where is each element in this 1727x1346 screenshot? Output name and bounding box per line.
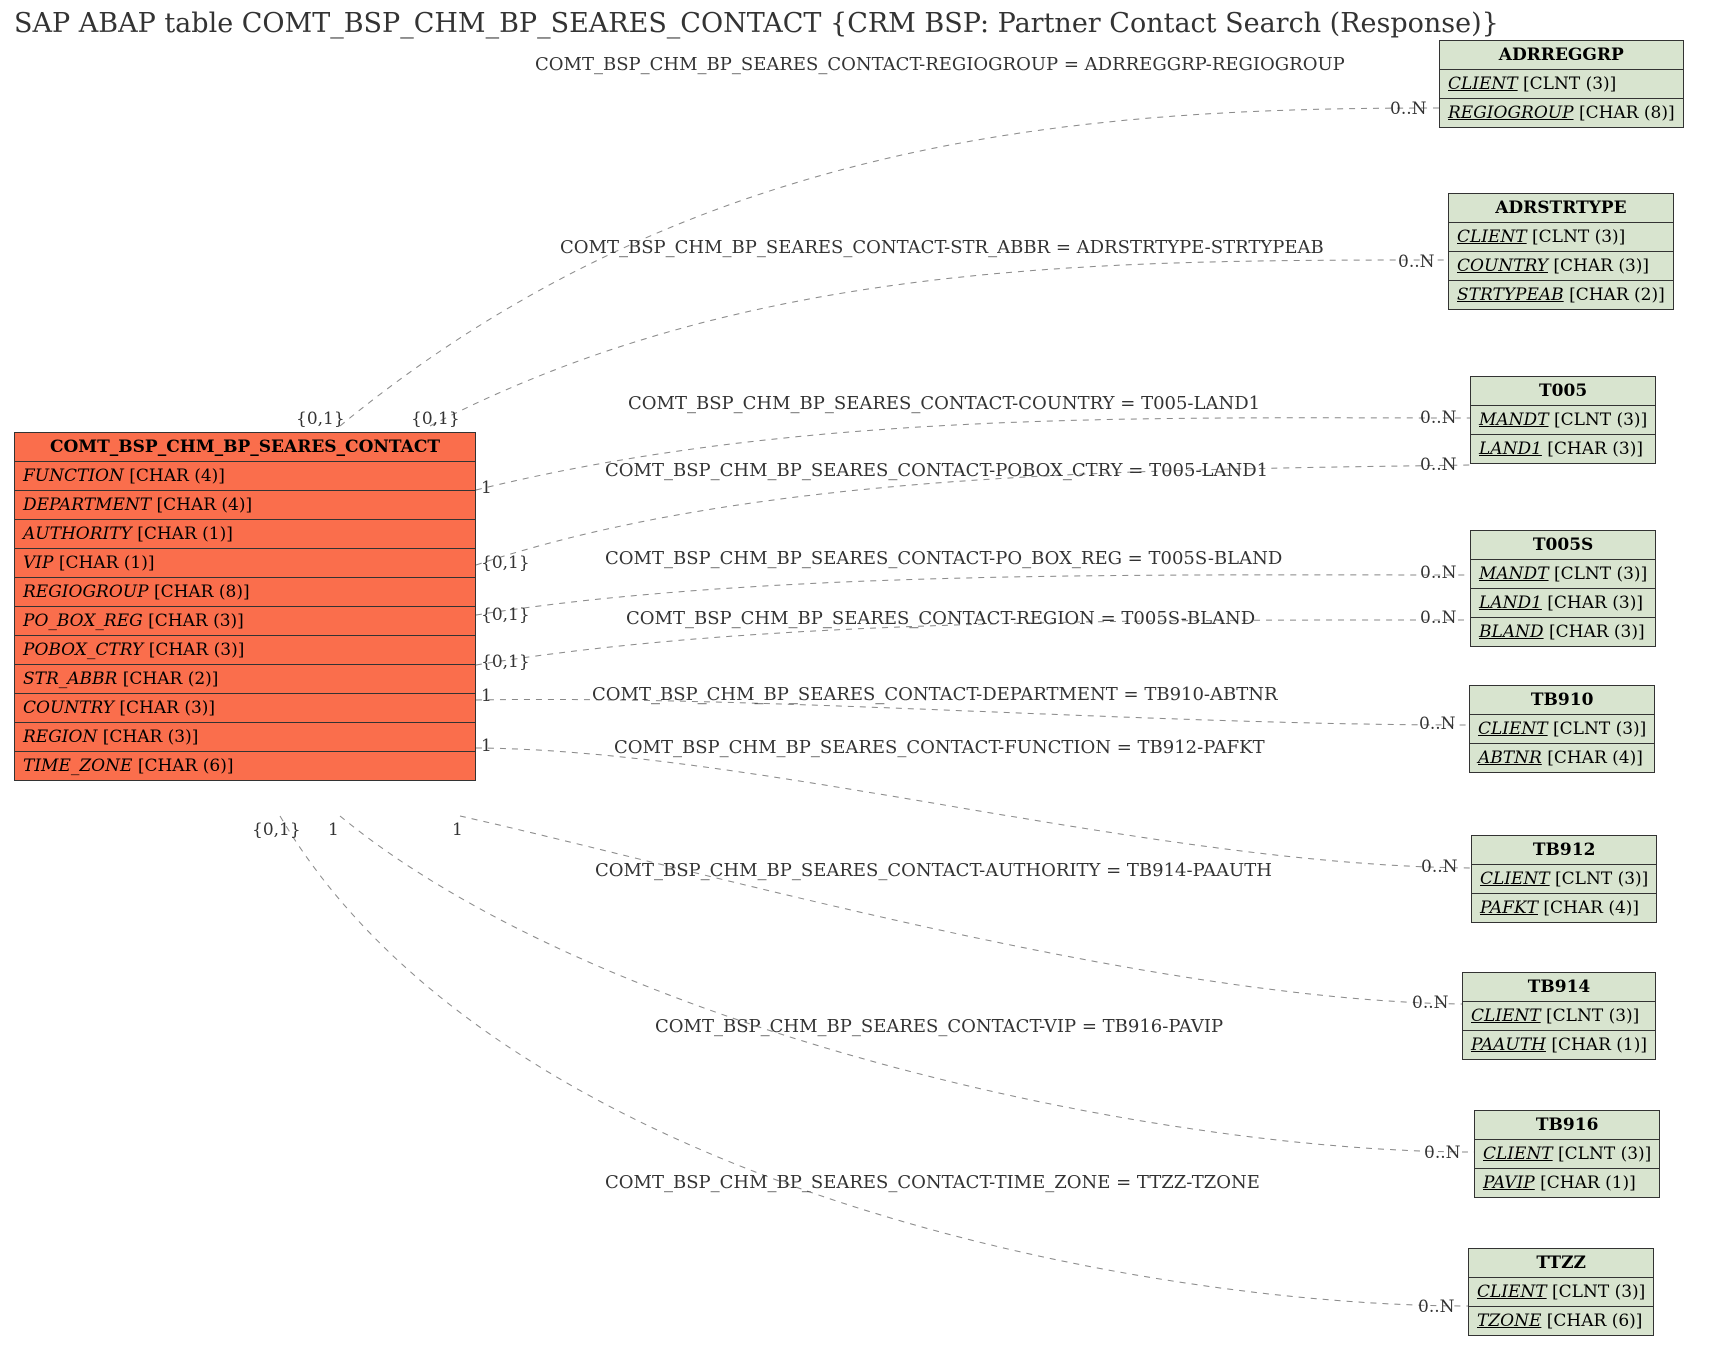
- cardinality-label: 0..N: [1419, 714, 1456, 734]
- ref-entity-header: TB910: [1470, 686, 1654, 715]
- ref-field: CLIENT [CLNT (3)]: [1440, 70, 1683, 99]
- relation-label: COMT_BSP_CHM_BP_SEARES_CONTACT-VIP = TB9…: [655, 1016, 1223, 1037]
- cardinality-label: 0..N: [1418, 1297, 1455, 1317]
- relation-label: COMT_BSP_CHM_BP_SEARES_CONTACT-TIME_ZONE…: [605, 1172, 1260, 1193]
- cardinality-label: 0..N: [1420, 455, 1457, 475]
- main-field: REGIOGROUP [CHAR (8)]: [15, 578, 475, 607]
- main-field: AUTHORITY [CHAR (1)]: [15, 520, 475, 549]
- cardinality-label: 0..N: [1421, 857, 1458, 877]
- ref-field: TZONE [CHAR (6)]: [1469, 1307, 1653, 1335]
- ref-entity-header: TB912: [1472, 836, 1656, 865]
- main-field: REGION [CHAR (3)]: [15, 723, 475, 752]
- main-field: COUNTRY [CHAR (3)]: [15, 694, 475, 723]
- ref-field: PAFKT [CHAR (4)]: [1472, 894, 1656, 922]
- ref-field: STRTYPEAB [CHAR (2)]: [1449, 281, 1673, 309]
- ref-field: REGIOGROUP [CHAR (8)]: [1440, 99, 1683, 127]
- cardinality-label: 0..N: [1420, 408, 1457, 428]
- main-field: TIME_ZONE [CHAR (6)]: [15, 752, 475, 780]
- ref-entity-header: TTZZ: [1469, 1249, 1653, 1278]
- cardinality-label: {0,1}: [411, 409, 460, 429]
- cardinality-label: {0,1}: [481, 652, 530, 672]
- cardinality-label: 0..N: [1424, 1143, 1461, 1163]
- ref-entity-tb910: TB910CLIENT [CLNT (3)]ABTNR [CHAR (4)]: [1469, 685, 1655, 773]
- page-title: SAP ABAP table COMT_BSP_CHM_BP_SEARES_CO…: [14, 8, 1499, 39]
- relation-label: COMT_BSP_CHM_BP_SEARES_CONTACT-STR_ABBR …: [560, 237, 1324, 258]
- ref-field: MANDT [CLNT (3)]: [1471, 406, 1655, 435]
- ref-entity-t005: T005MANDT [CLNT (3)]LAND1 [CHAR (3)]: [1470, 376, 1656, 464]
- ref-entity-adrstrtype: ADRSTRTYPECLIENT [CLNT (3)]COUNTRY [CHAR…: [1448, 193, 1674, 310]
- ref-field: MANDT [CLNT (3)]: [1471, 560, 1655, 589]
- cardinality-label: 1: [481, 736, 492, 756]
- ref-field: COUNTRY [CHAR (3)]: [1449, 252, 1673, 281]
- ref-entity-header: ADRSTRTYPE: [1449, 194, 1673, 223]
- main-field: POBOX_CTRY [CHAR (3)]: [15, 636, 475, 665]
- main-field: PO_BOX_REG [CHAR (3)]: [15, 607, 475, 636]
- cardinality-label: 0..N: [1420, 608, 1457, 628]
- cardinality-label: {0,1}: [481, 605, 530, 625]
- ref-field: LAND1 [CHAR (3)]: [1471, 589, 1655, 618]
- relation-label: COMT_BSP_CHM_BP_SEARES_CONTACT-FUNCTION …: [614, 737, 1265, 758]
- ref-entity-tb914: TB914CLIENT [CLNT (3)]PAAUTH [CHAR (1)]: [1462, 972, 1656, 1060]
- ref-field: CLIENT [CLNT (3)]: [1472, 865, 1656, 894]
- cardinality-label: 1: [328, 820, 339, 840]
- cardinality-label: {0,1}: [296, 409, 345, 429]
- cardinality-label: 0..N: [1420, 563, 1457, 583]
- cardinality-label: 0..N: [1390, 99, 1427, 119]
- cardinality-label: 0..N: [1412, 993, 1449, 1013]
- main-field: STR_ABBR [CHAR (2)]: [15, 665, 475, 694]
- ref-field: BLAND [CHAR (3)]: [1471, 618, 1655, 646]
- main-entity-header: COMT_BSP_CHM_BP_SEARES_CONTACT: [15, 433, 475, 462]
- relation-label: COMT_BSP_CHM_BP_SEARES_CONTACT-REGIOGROU…: [535, 54, 1345, 75]
- ref-field: CLIENT [CLNT (3)]: [1469, 1278, 1653, 1307]
- ref-entity-tb912: TB912CLIENT [CLNT (3)]PAFKT [CHAR (4)]: [1471, 835, 1657, 923]
- main-field: DEPARTMENT [CHAR (4)]: [15, 491, 475, 520]
- relation-label: COMT_BSP_CHM_BP_SEARES_CONTACT-AUTHORITY…: [595, 860, 1272, 881]
- cardinality-label: 0..N: [1398, 252, 1435, 272]
- cardinality-label: {0,1}: [252, 820, 301, 840]
- relation-label: COMT_BSP_CHM_BP_SEARES_CONTACT-REGION = …: [626, 608, 1255, 629]
- ref-entity-header: T005S: [1471, 531, 1655, 560]
- cardinality-label: 1: [452, 820, 463, 840]
- ref-entity-header: ADRREGGRP: [1440, 41, 1683, 70]
- ref-entity-header: TB916: [1475, 1111, 1659, 1140]
- relation-label: COMT_BSP_CHM_BP_SEARES_CONTACT-PO_BOX_RE…: [605, 548, 1282, 569]
- cardinality-label: 1: [481, 686, 492, 706]
- cardinality-label: 1: [481, 478, 492, 498]
- ref-field: PAAUTH [CHAR (1)]: [1463, 1031, 1655, 1059]
- relation-label: COMT_BSP_CHM_BP_SEARES_CONTACT-DEPARTMEN…: [592, 684, 1278, 705]
- ref-field: CLIENT [CLNT (3)]: [1470, 715, 1654, 744]
- ref-field: CLIENT [CLNT (3)]: [1463, 1002, 1655, 1031]
- ref-field: PAVIP [CHAR (1)]: [1475, 1169, 1659, 1197]
- ref-field: CLIENT [CLNT (3)]: [1449, 223, 1673, 252]
- ref-field: ABTNR [CHAR (4)]: [1470, 744, 1654, 772]
- ref-entity-header: T005: [1471, 377, 1655, 406]
- relation-label: COMT_BSP_CHM_BP_SEARES_CONTACT-COUNTRY =…: [628, 393, 1260, 414]
- ref-entity-adrreggrp: ADRREGGRPCLIENT [CLNT (3)]REGIOGROUP [CH…: [1439, 40, 1684, 128]
- main-field: VIP [CHAR (1)]: [15, 549, 475, 578]
- relation-label: COMT_BSP_CHM_BP_SEARES_CONTACT-POBOX_CTR…: [605, 460, 1268, 481]
- cardinality-label: {0,1}: [481, 553, 530, 573]
- main-field: FUNCTION [CHAR (4)]: [15, 462, 475, 491]
- ref-entity-t005s: T005SMANDT [CLNT (3)]LAND1 [CHAR (3)]BLA…: [1470, 530, 1656, 647]
- ref-entity-tb916: TB916CLIENT [CLNT (3)]PAVIP [CHAR (1)]: [1474, 1110, 1660, 1198]
- ref-field: CLIENT [CLNT (3)]: [1475, 1140, 1659, 1169]
- ref-field: LAND1 [CHAR (3)]: [1471, 435, 1655, 463]
- ref-entity-header: TB914: [1463, 973, 1655, 1002]
- main-entity: COMT_BSP_CHM_BP_SEARES_CONTACT FUNCTION …: [14, 432, 476, 781]
- ref-entity-ttzz: TTZZCLIENT [CLNT (3)]TZONE [CHAR (6)]: [1468, 1248, 1654, 1336]
